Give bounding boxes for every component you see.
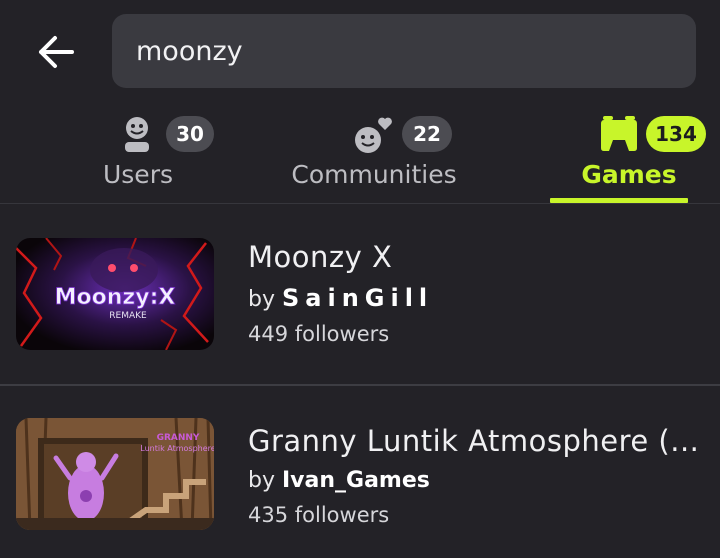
game-info: Granny Luntik Atmosphere (... by Ivan_Ga… [248, 424, 708, 527]
creator-line: by Ivan_Games [248, 468, 708, 493]
creator-name[interactable]: Ivan_Games [282, 468, 430, 493]
game-thumbnail-art: GRANNY Luntik Atmosphere [16, 418, 214, 530]
back-arrow-icon [39, 36, 74, 68]
creator-line: by SainGill [248, 284, 708, 312]
game-title: Granny Luntik Atmosphere (... [248, 424, 700, 458]
follower-count: 435 followers [248, 503, 390, 527]
svg-text:REMAKE: REMAKE [109, 311, 147, 321]
tab-bar: 30 Users 22 Communities 134 Games [0, 104, 720, 204]
tab-communities-label: Communities [291, 160, 457, 189]
list-item[interactable]: GRANNY Luntik Atmosphere Granny Luntik A… [0, 386, 720, 558]
follower-count: 449 followers [248, 322, 390, 346]
by-label: by [248, 287, 275, 312]
svg-text:Moonzy:X: Moonzy:X [55, 285, 176, 310]
search-input[interactable] [136, 35, 696, 67]
tab-users[interactable]: 30 Users [52, 104, 224, 204]
header-bar [0, 0, 720, 104]
game-thumbnail: GRANNY Luntik Atmosphere [16, 418, 214, 530]
tab-communities[interactable]: 22 Communities [284, 104, 464, 204]
game-title: Moonzy X [248, 240, 393, 274]
by-label: by [248, 468, 275, 493]
games-count-badge: 134 [646, 116, 706, 152]
list-item[interactable]: Moonzy:X REMAKE Moonzy X by SainGill 449… [0, 204, 720, 384]
game-thumbnail-art: Moonzy:X REMAKE [16, 238, 214, 350]
users-count-badge: 30 [166, 116, 214, 152]
svg-text:Luntik Atmosphere: Luntik Atmosphere [140, 444, 214, 453]
game-thumbnail: Moonzy:X REMAKE [16, 238, 214, 350]
gamepad-icon [601, 116, 637, 151]
svg-text:GRANNY: GRANNY [157, 433, 200, 443]
game-info: Moonzy X by SainGill 449 followers [248, 240, 708, 346]
search-box[interactable] [112, 14, 696, 88]
communities-count-badge: 22 [402, 116, 452, 152]
community-heart-icon [355, 117, 392, 153]
tab-users-label: Users [102, 160, 173, 189]
tab-games-label: Games [581, 160, 677, 189]
creator-name[interactable]: SainGill [282, 284, 433, 312]
back-button[interactable] [32, 30, 80, 74]
tab-games[interactable]: 134 Games [548, 104, 710, 204]
user-face-icon [125, 117, 149, 152]
